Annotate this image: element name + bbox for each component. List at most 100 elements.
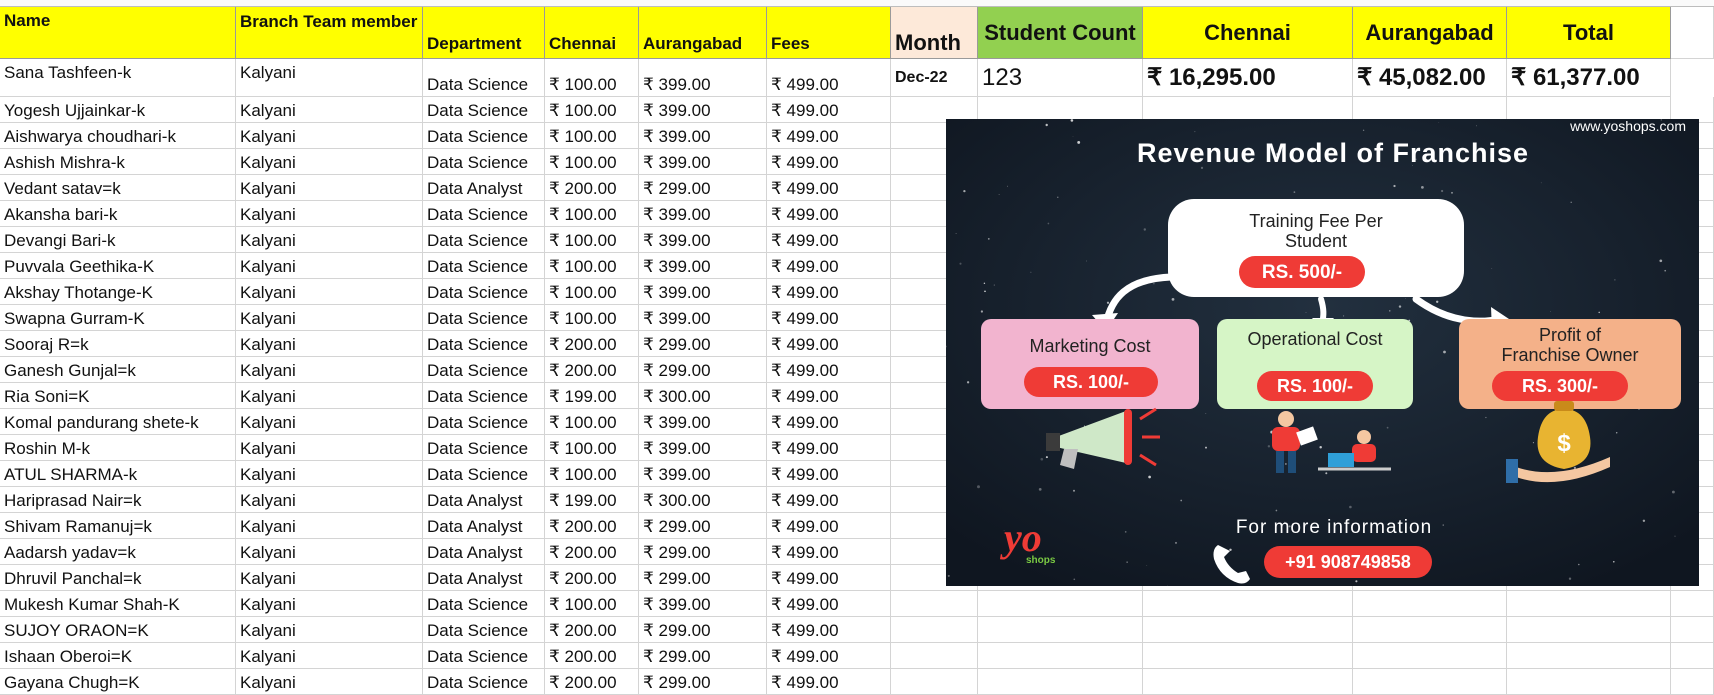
empty-cell[interactable] — [1671, 669, 1714, 695]
cell-chennai[interactable]: ₹ 100.00 — [545, 149, 639, 175]
cell-chennai[interactable]: ₹ 200.00 — [545, 357, 639, 383]
cell-chennai[interactable]: ₹ 200.00 — [545, 565, 639, 591]
cell-chennai[interactable]: ₹ 200.00 — [545, 669, 639, 695]
cell-branch[interactable]: Kalyani — [236, 591, 423, 617]
cell-department[interactable]: Data Science — [423, 149, 545, 175]
cell-department[interactable]: Data Science — [423, 591, 545, 617]
cell-department[interactable]: Data Analyst — [423, 487, 545, 513]
cell-fees[interactable]: ₹ 499.00 — [767, 643, 891, 669]
cell-branch[interactable]: Kalyani — [236, 123, 423, 149]
header-aurangabad[interactable]: Aurangabad — [639, 7, 767, 59]
cell-branch[interactable]: Kalyani — [236, 383, 423, 409]
cell-aurangabad[interactable]: ₹ 399.00 — [639, 409, 767, 435]
cell-name[interactable]: Roshin M-k — [0, 435, 236, 461]
cell-aurangabad[interactable]: ₹ 399.00 — [639, 461, 767, 487]
cell-fees[interactable]: ₹ 499.00 — [767, 279, 891, 305]
header-fees[interactable]: Fees — [767, 7, 891, 59]
cell-chennai[interactable]: ₹ 199.00 — [545, 383, 639, 409]
header-department[interactable]: Department — [423, 7, 545, 59]
cell-department[interactable]: Data Science — [423, 643, 545, 669]
cell-fees[interactable]: ₹ 499.00 — [767, 305, 891, 331]
cell-aurangabad[interactable]: ₹ 399.00 — [639, 59, 767, 97]
cell-department[interactable]: Data Analyst — [423, 513, 545, 539]
empty-cell[interactable] — [978, 591, 1143, 617]
header-branch[interactable]: Branch Team member — [236, 7, 423, 59]
cell-chennai[interactable]: ₹ 200.00 — [545, 539, 639, 565]
cell-fees[interactable]: ₹ 499.00 — [767, 357, 891, 383]
cell-department[interactable]: Data Science — [423, 435, 545, 461]
empty-cell[interactable] — [1143, 669, 1353, 695]
cell-aurangabad[interactable]: ₹ 299.00 — [639, 357, 767, 383]
cell-branch[interactable]: Kalyani — [236, 539, 423, 565]
summary-aurangabad-value[interactable]: ₹ 45,082.00 — [1353, 59, 1507, 97]
summary-student-count-value[interactable]: 123 — [978, 59, 1143, 97]
cell-name[interactable]: Ashish Mishra-k — [0, 149, 236, 175]
cell-fees[interactable]: ₹ 499.00 — [767, 435, 891, 461]
cell-branch[interactable]: Kalyani — [236, 409, 423, 435]
cell-chennai[interactable]: ₹ 100.00 — [545, 201, 639, 227]
cell-name[interactable]: Akansha bari-k — [0, 201, 236, 227]
cell-chennai[interactable]: ₹ 200.00 — [545, 617, 639, 643]
empty-cell[interactable] — [1671, 617, 1714, 643]
cell-department[interactable]: Data Science — [423, 461, 545, 487]
cell-fees[interactable]: ₹ 499.00 — [767, 565, 891, 591]
empty-cell[interactable] — [1507, 669, 1671, 695]
cell-fees[interactable]: ₹ 499.00 — [767, 461, 891, 487]
cell-fees[interactable]: ₹ 499.00 — [767, 617, 891, 643]
cell-branch[interactable]: Kalyani — [236, 461, 423, 487]
cell-fees[interactable]: ₹ 499.00 — [767, 331, 891, 357]
cell-fees[interactable]: ₹ 499.00 — [767, 383, 891, 409]
cell-chennai[interactable]: ₹ 100.00 — [545, 591, 639, 617]
cell-fees[interactable]: ₹ 499.00 — [767, 253, 891, 279]
cell-fees[interactable]: ₹ 499.00 — [767, 201, 891, 227]
cell-fees[interactable]: ₹ 499.00 — [767, 59, 891, 97]
empty-cell[interactable] — [1143, 643, 1353, 669]
cell-branch[interactable]: Kalyani — [236, 305, 423, 331]
header-chennai[interactable]: Chennai — [545, 7, 639, 59]
cell-chennai[interactable]: ₹ 100.00 — [545, 409, 639, 435]
cell-aurangabad[interactable]: ₹ 299.00 — [639, 643, 767, 669]
cell-aurangabad[interactable]: ₹ 399.00 — [639, 149, 767, 175]
cell-aurangabad[interactable]: ₹ 399.00 — [639, 305, 767, 331]
empty-cell[interactable] — [1353, 617, 1507, 643]
cell-department[interactable]: Data Science — [423, 383, 545, 409]
cell-department[interactable]: Data Analyst — [423, 539, 545, 565]
cell-aurangabad[interactable]: ₹ 299.00 — [639, 513, 767, 539]
cell-aurangabad[interactable]: ₹ 299.00 — [639, 539, 767, 565]
cell-aurangabad[interactable]: ₹ 399.00 — [639, 279, 767, 305]
empty-cell[interactable] — [1507, 591, 1671, 617]
empty-cell[interactable] — [1671, 591, 1714, 617]
cell-aurangabad[interactable]: ₹ 299.00 — [639, 175, 767, 201]
cell-aurangabad[interactable]: ₹ 399.00 — [639, 227, 767, 253]
cell-aurangabad[interactable]: ₹ 399.00 — [639, 97, 767, 123]
cell-aurangabad[interactable]: ₹ 299.00 — [639, 669, 767, 695]
cell-chennai[interactable]: ₹ 100.00 — [545, 59, 639, 97]
cell-chennai[interactable]: ₹ 100.00 — [545, 279, 639, 305]
cell-fees[interactable]: ₹ 499.00 — [767, 513, 891, 539]
cell-name[interactable]: Akshay Thotange-K — [0, 279, 236, 305]
cell-name[interactable]: Sana Tashfeen-k — [0, 59, 236, 97]
cell-name[interactable]: Hariprasad Nair=k — [0, 487, 236, 513]
cell-department[interactable]: Data Science — [423, 227, 545, 253]
cell-branch[interactable]: Kalyani — [236, 227, 423, 253]
cell-branch[interactable]: Kalyani — [236, 435, 423, 461]
cell-name[interactable]: Puvvala Geethika-K — [0, 253, 236, 279]
cell-name[interactable]: Swapna Gurram-K — [0, 305, 236, 331]
cell-department[interactable]: Data Science — [423, 253, 545, 279]
cell-fees[interactable]: ₹ 499.00 — [767, 227, 891, 253]
cell-department[interactable]: Data Science — [423, 669, 545, 695]
cell-department[interactable]: Data Science — [423, 59, 545, 97]
cell-fees[interactable]: ₹ 499.00 — [767, 175, 891, 201]
cell-aurangabad[interactable]: ₹ 299.00 — [639, 565, 767, 591]
cell-name[interactable]: Devangi Bari-k — [0, 227, 236, 253]
cell-chennai[interactable]: ₹ 100.00 — [545, 435, 639, 461]
cell-fees[interactable]: ₹ 499.00 — [767, 669, 891, 695]
cell-fees[interactable]: ₹ 499.00 — [767, 539, 891, 565]
empty-cell[interactable] — [1143, 617, 1353, 643]
cell-name[interactable]: Shivam Ramanuj=k — [0, 513, 236, 539]
empty-cell[interactable] — [1507, 643, 1671, 669]
cell-branch[interactable]: Kalyani — [236, 149, 423, 175]
empty-cell[interactable] — [978, 669, 1143, 695]
cell-branch[interactable]: Kalyani — [236, 97, 423, 123]
cell-department[interactable]: Data Science — [423, 123, 545, 149]
